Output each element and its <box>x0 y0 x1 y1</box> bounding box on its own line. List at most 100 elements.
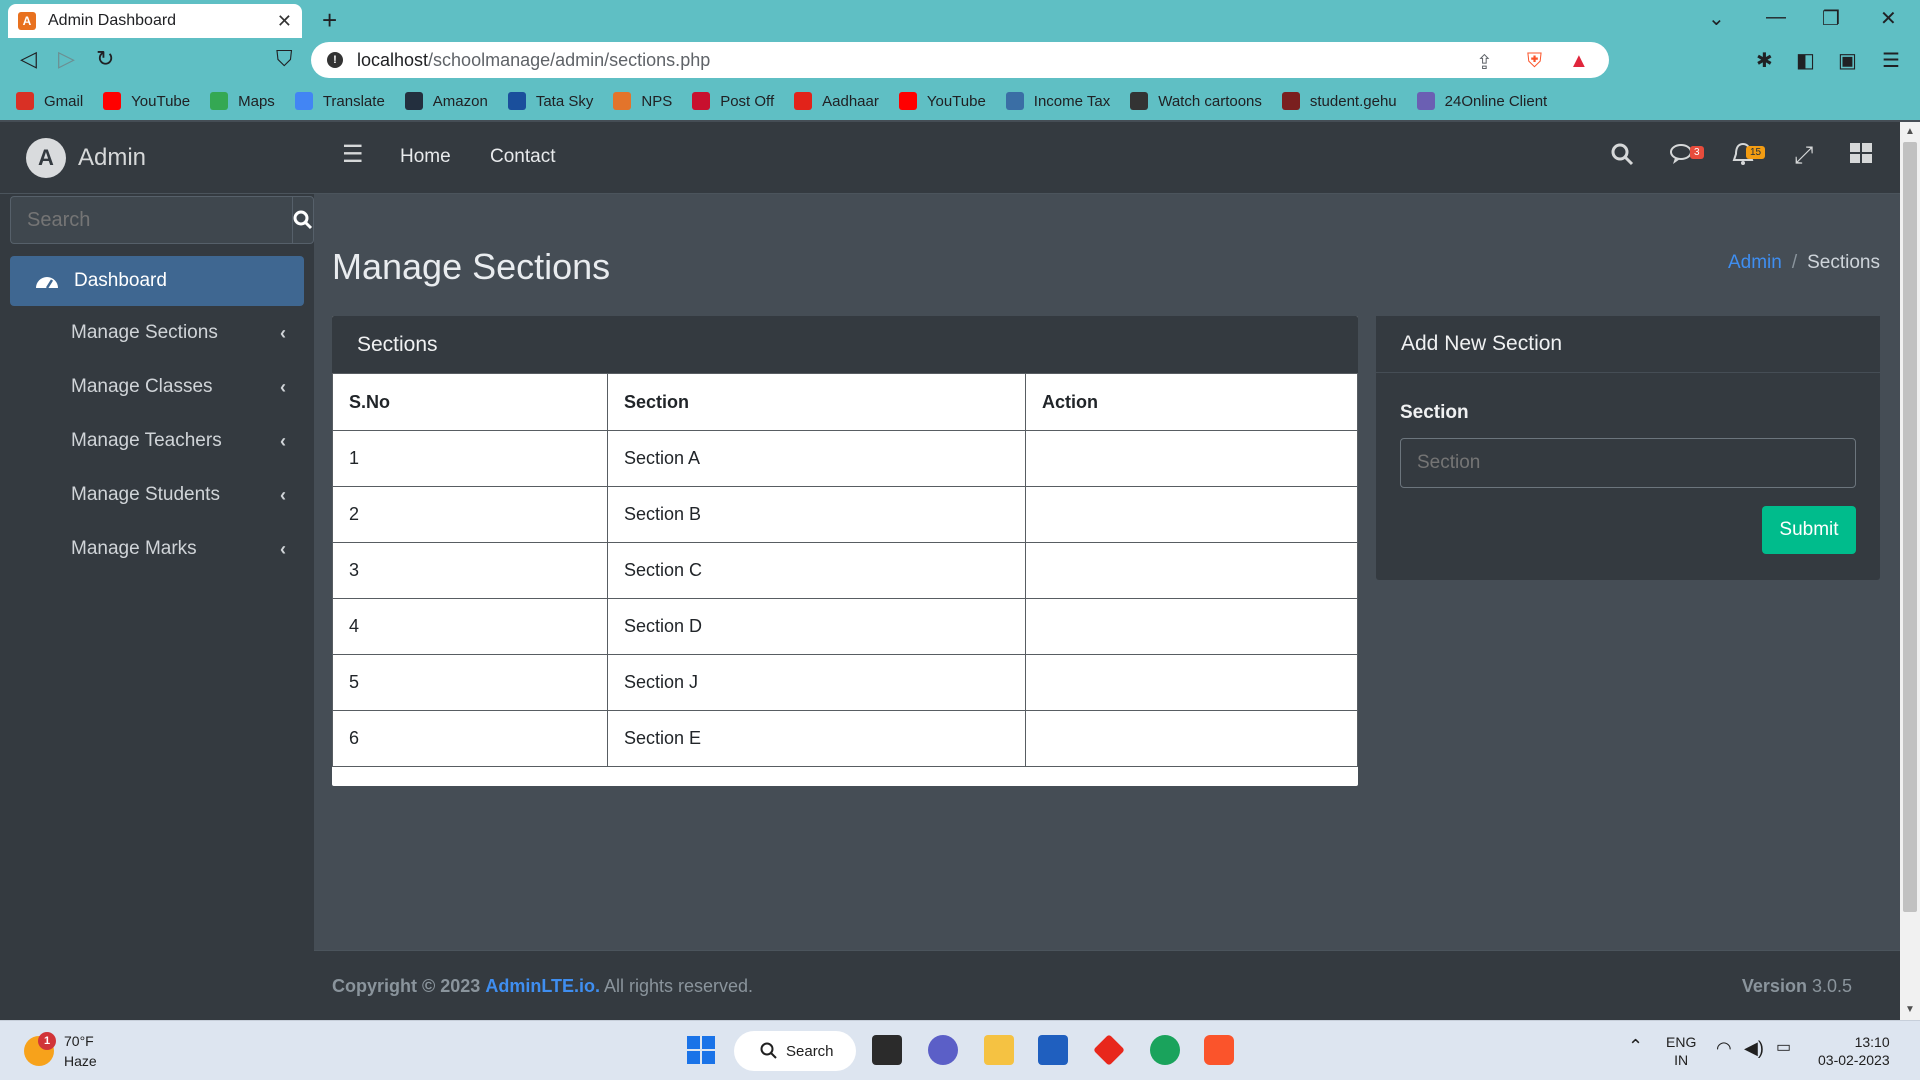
bookmark-item[interactable]: Tata Sky <box>507 92 594 110</box>
nav-home-link[interactable]: Home <box>400 146 451 168</box>
app-diamond-icon[interactable] <box>1093 1034 1125 1066</box>
footer-version: Version 3.0.5 <box>1742 976 1852 997</box>
close-window-button[interactable]: ✕ <box>1880 6 1897 31</box>
restore-button[interactable]: ❐ <box>1822 6 1840 31</box>
task-view-icon[interactable] <box>872 1035 902 1065</box>
nav-contact-link[interactable]: Contact <box>490 146 555 168</box>
section-name-input[interactable] <box>1400 438 1856 488</box>
extensions-icon[interactable]: ✱ <box>1756 48 1773 73</box>
new-tab-button[interactable]: + <box>322 5 337 36</box>
chevron-left-icon: ‹ <box>280 376 286 397</box>
bookmark-label: Tata Sky <box>535 92 594 110</box>
brave-browser-icon[interactable] <box>1204 1035 1234 1065</box>
breadcrumb-separator: / <box>1791 252 1798 273</box>
scroll-down-arrow-icon[interactable]: ▼ <box>1905 1004 1915 1015</box>
weather-widget[interactable]: 1 70°F Haze <box>24 1031 97 1071</box>
bookmark-item[interactable]: Maps <box>210 92 275 110</box>
table-header-row: S.No Section Action <box>332 373 1358 431</box>
windows-taskbar: 1 70°F Haze Search ⌃ ENG IN ◠ ◀) ▭ 13:10… <box>0 1020 1920 1080</box>
bookmark-item[interactable]: Translate <box>294 92 385 110</box>
browser-tab[interactable]: A Admin Dashboard ✕ <box>8 4 302 38</box>
clock[interactable]: 13:10 03-02-2023 <box>1818 1033 1890 1069</box>
add-section-card: Add New Section Section Submit <box>1376 316 1880 580</box>
submit-button[interactable]: Submit <box>1762 506 1856 554</box>
chevron-left-icon: ‹ <box>280 322 286 343</box>
bookmark-item[interactable]: Gmail <box>16 92 83 110</box>
tab-search-chevron-icon[interactable]: ⌄ <box>1708 6 1725 31</box>
sidebar-item-manage-teachers[interactable]: Manage Teachers ‹ <box>10 416 304 466</box>
action-cell <box>1025 542 1358 599</box>
teams-chat-icon[interactable] <box>928 1035 958 1065</box>
postoffice-icon <box>692 92 711 110</box>
sidebar-item-manage-classes[interactable]: Manage Classes ‹ <box>10 362 304 412</box>
table-row: 5 Section J <box>332 654 1358 711</box>
amazon-icon <box>404 92 423 110</box>
bookmark-item[interactable]: Amazon <box>404 92 488 110</box>
bookmark-item[interactable]: Watch cartoons <box>1130 92 1262 110</box>
bookmark-item[interactable]: YouTube <box>898 92 986 110</box>
breadcrumb-admin-link[interactable]: Admin <box>1728 252 1782 273</box>
scrollbar-thumb[interactable] <box>1903 142 1917 912</box>
bookmark-item[interactable]: Post Off <box>692 92 774 110</box>
table-cell: Section D <box>607 598 1026 655</box>
brand-link[interactable]: A Admin <box>0 122 314 194</box>
forward-button[interactable]: ▷ <box>58 46 75 72</box>
adminlte-link[interactable]: AdminLTE.io. <box>485 976 600 996</box>
close-tab-icon[interactable]: ✕ <box>277 11 292 32</box>
back-button[interactable]: ◁ <box>20 46 37 72</box>
share-icon[interactable]: ⇪ <box>1476 50 1493 75</box>
show-hidden-icons-chevron-icon[interactable]: ⌃ <box>1628 1037 1643 1055</box>
bookmark-item[interactable]: student.gehu <box>1281 92 1397 110</box>
bookmark-label: student.gehu <box>1309 92 1397 110</box>
bookmark-item[interactable]: 24Online Client <box>1416 92 1547 110</box>
reload-button[interactable]: ↻ <box>96 46 114 72</box>
bookmark-label: YouTube <box>926 92 986 110</box>
sidebar-item-manage-students[interactable]: Manage Students ‹ <box>10 470 304 520</box>
bookmark-label: Maps <box>238 92 275 110</box>
menu-icon[interactable]: ☰ <box>1882 48 1900 73</box>
hamburger-menu-icon[interactable]: ☰ <box>342 140 364 169</box>
wifi-icon[interactable]: ◠ <box>1716 1039 1732 1057</box>
gehu-icon <box>1281 92 1300 110</box>
table-cell: 5 <box>332 654 608 711</box>
sidebar-item-dashboard[interactable]: Dashboard <box>10 256 304 306</box>
volume-icon[interactable]: ◀) <box>1744 1039 1764 1057</box>
wallet-icon[interactable]: ▣ <box>1838 48 1857 73</box>
bookmark-item[interactable]: Income Tax <box>1005 92 1110 110</box>
sidebar-item-manage-marks[interactable]: Manage Marks ‹ <box>10 524 304 574</box>
language-indicator[interactable]: ENG IN <box>1666 1033 1696 1069</box>
bookmark-item[interactable]: Aadhaar <box>794 92 879 110</box>
sidebar-item-manage-sections[interactable]: Manage Sections ‹ <box>10 308 304 358</box>
address-bar[interactable]: ! localhost/schoolmanage/admin/sections.… <box>311 42 1609 78</box>
bookmark-icon[interactable]: ⛉ <box>276 46 293 72</box>
chevron-left-icon: ‹ <box>280 538 286 559</box>
version-value: 3.0.5 <box>1811 976 1852 996</box>
main-footer: Copyright © 2023 AdminLTE.io. All rights… <box>314 950 1900 1020</box>
battery-icon[interactable]: ▭ <box>1776 1039 1791 1057</box>
site-info-icon[interactable]: ! <box>327 52 343 68</box>
fullscreen-icon[interactable]: ⤢ <box>1794 142 1813 170</box>
url-text: localhost/schoolmanage/admin/sections.ph… <box>357 49 711 70</box>
bookmark-item[interactable]: NPS <box>613 92 672 110</box>
sidebar-item-label: Manage Teachers <box>71 430 222 451</box>
search-icon[interactable] <box>1610 142 1634 173</box>
sidebar-search-input[interactable] <box>10 196 292 244</box>
sidebar-toggle-icon[interactable]: ◧ <box>1796 48 1815 73</box>
windows-start-icon[interactable] <box>686 1035 716 1065</box>
taskbar-search[interactable]: Search <box>734 1031 856 1071</box>
clock-date: 03-02-2023 <box>1818 1052 1890 1068</box>
microsoft-store-icon[interactable] <box>1038 1035 1068 1065</box>
brave-rewards-icon[interactable]: ▲ <box>1569 50 1589 73</box>
brave-shield-icon[interactable]: ⛨ <box>1527 50 1542 73</box>
table-cell: 6 <box>332 710 608 767</box>
file-explorer-icon[interactable] <box>984 1035 1014 1065</box>
page-scrollbar[interactable]: ▲ ▼ <box>1900 122 1920 1020</box>
language-code: ENG <box>1666 1034 1697 1050</box>
bookmark-item[interactable]: YouTube <box>103 92 190 110</box>
brand-logo-icon: A <box>26 137 66 178</box>
control-sidebar-grid-icon[interactable] <box>1850 142 1872 170</box>
search-icon[interactable] <box>292 196 314 244</box>
scroll-up-arrow-icon[interactable]: ▲ <box>1905 126 1915 137</box>
edge-browser-icon[interactable] <box>1150 1035 1180 1065</box>
minimize-button[interactable]: — <box>1766 6 1786 29</box>
